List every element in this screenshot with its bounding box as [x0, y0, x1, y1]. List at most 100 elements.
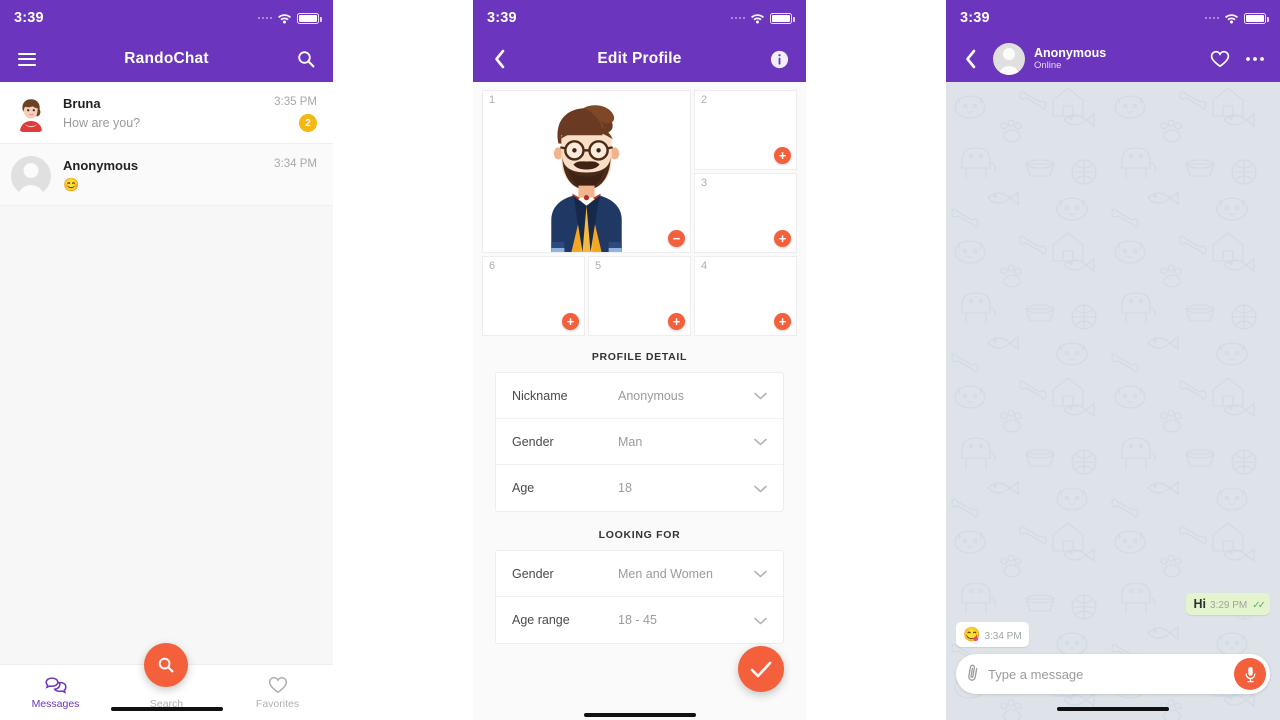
list-item-meta: 3:34 PM [274, 156, 317, 170]
wifi-icon [278, 14, 291, 24]
read-receipt-icon: ✓✓ [1252, 600, 1266, 611]
photo-slot[interactable]: 1 − [482, 90, 691, 254]
add-photo-button[interactable]: + [774, 230, 791, 247]
contact-name: Anonymous [63, 158, 139, 173]
field-label: Age [512, 481, 535, 495]
menu-button[interactable] [14, 46, 40, 72]
photo-slot-number: 3 [701, 177, 708, 189]
message-input[interactable] [979, 666, 1234, 682]
page-title: RandoChat [124, 50, 209, 67]
field-age[interactable]: Age 18 [496, 465, 783, 511]
chevron-down-icon [754, 613, 767, 628]
list-item[interactable]: Bruna How are you? 3:35 PM 2 [0, 82, 333, 144]
wifi-icon [751, 14, 764, 24]
battery-icon [770, 12, 795, 24]
chevron-left-icon [966, 49, 976, 69]
message-composer [956, 654, 1270, 694]
photo-slot[interactable]: 2 + [694, 90, 797, 170]
add-photo-button[interactable]: + [774, 147, 791, 164]
message-list: Hi 3:29 PM ✓✓ 😋 3:34 PM [946, 593, 1280, 654]
field-value: Man [618, 434, 643, 449]
message-bubble-outgoing[interactable]: Hi 3:29 PM ✓✓ [1186, 593, 1270, 615]
field-label: Nickname [512, 388, 568, 403]
status-bar-indicators [257, 12, 322, 24]
heart-icon [1210, 50, 1230, 68]
search-fab-button[interactable] [144, 643, 188, 687]
hamburger-icon [18, 52, 36, 66]
panel-edit-profile: 3:39 Edit Profile 1 − 2 + 3 + 6 + 5 + 4 … [473, 0, 806, 720]
info-button[interactable] [766, 46, 792, 72]
field-value: 18 - 45 [618, 613, 657, 627]
field-label: Age range [512, 613, 570, 627]
photo-slot-number: 4 [701, 260, 708, 272]
photo-slot[interactable]: 4 + [694, 256, 797, 336]
bottom-tab-bar: Messages Search Favorites [0, 643, 333, 720]
anonymous-avatar-icon [23, 163, 39, 178]
avatar [11, 156, 51, 196]
field-nickname[interactable]: Nickname Anonymous [496, 373, 783, 419]
unread-badge: 2 [299, 114, 317, 132]
photo-slot[interactable]: 6 + [482, 256, 585, 336]
chat-bubbles-icon [44, 676, 67, 694]
profile-detail-card: Nickname Anonymous Gender Man Age 18 [495, 372, 784, 512]
add-photo-button[interactable]: + [668, 313, 685, 330]
tab-messages[interactable]: Messages [0, 675, 111, 710]
remove-photo-button[interactable]: − [668, 230, 685, 247]
wifi-icon [1225, 14, 1238, 24]
edit-profile-body: 1 − 2 + 3 + 6 + 5 + 4 + PROFILE DETAIL N… [473, 82, 806, 720]
list-item-text: Anonymous 😊 [63, 156, 262, 194]
message-time: 3:34 PM [984, 631, 1022, 642]
message-time: 3:29 PM [1209, 600, 1248, 611]
favorite-button[interactable] [1207, 46, 1233, 72]
microphone-icon [1245, 666, 1255, 682]
section-heading-profile-detail: PROFILE DETAIL [591, 351, 688, 363]
photo-slot[interactable]: 5 + [588, 256, 691, 336]
battery-icon [297, 12, 322, 24]
photo-slot-number: 1 [489, 94, 496, 106]
field-value: Men and Women [618, 566, 713, 581]
search-icon [158, 657, 174, 673]
back-button[interactable] [958, 46, 984, 72]
signal-dots-icon [730, 16, 745, 20]
add-photo-button[interactable]: + [562, 313, 579, 330]
message-preview: How are you? [63, 116, 141, 130]
photo-slot[interactable]: 3 + [694, 173, 797, 253]
status-bar-time: 3:39 [14, 10, 44, 26]
avatar[interactable] [993, 43, 1025, 75]
search-button[interactable] [293, 46, 319, 72]
voice-record-button[interactable] [1234, 658, 1266, 690]
back-button[interactable] [487, 46, 513, 72]
message-time: 3:34 PM [274, 158, 317, 170]
field-gender[interactable]: Gender Man [496, 419, 783, 465]
presence-status: Online [1034, 60, 1062, 72]
status-bar: 3:39 [0, 0, 333, 36]
navbar-conversation: Anonymous Online [946, 36, 1280, 82]
tab-label: Favorites [255, 698, 300, 710]
tab-favorites[interactable]: Favorites [222, 675, 333, 710]
panel-chat-list: 3:39 RandoChat Bruna How are you? 3:35 P… [0, 0, 333, 720]
save-profile-button[interactable] [738, 646, 784, 692]
conversation-header-text[interactable]: Anonymous Online [1034, 46, 1198, 72]
chevron-left-icon [495, 49, 505, 69]
contact-name: Bruna [63, 96, 101, 111]
message-bubble-incoming[interactable]: 😋 3:34 PM [956, 622, 1029, 647]
status-bar-indicators [1204, 12, 1269, 24]
more-options-button[interactable] [1242, 46, 1268, 72]
field-age-range[interactable]: Age range 18 - 45 [496, 597, 783, 643]
list-item[interactable]: Anonymous 😊 3:34 PM [0, 144, 333, 206]
info-circle-icon [770, 50, 788, 68]
paperclip-icon[interactable] [964, 662, 981, 687]
contact-name: Anonymous [1034, 45, 1107, 60]
more-horizontal-icon [1246, 57, 1264, 61]
photo-slot-number: 2 [701, 94, 708, 106]
section-heading-looking-for: LOOKING FOR [598, 529, 681, 541]
add-photo-button[interactable]: + [774, 313, 791, 330]
list-item-meta: 3:35 PM 2 [274, 94, 317, 132]
battery-icon [1244, 12, 1269, 24]
photo-slot-number: 6 [489, 260, 496, 272]
field-looking-gender[interactable]: Gender Men and Women [496, 551, 783, 597]
message-preview: 😊 [63, 177, 80, 192]
status-bar-time: 3:39 [960, 10, 990, 26]
check-icon [750, 661, 772, 677]
status-bar-indicators [730, 12, 795, 24]
